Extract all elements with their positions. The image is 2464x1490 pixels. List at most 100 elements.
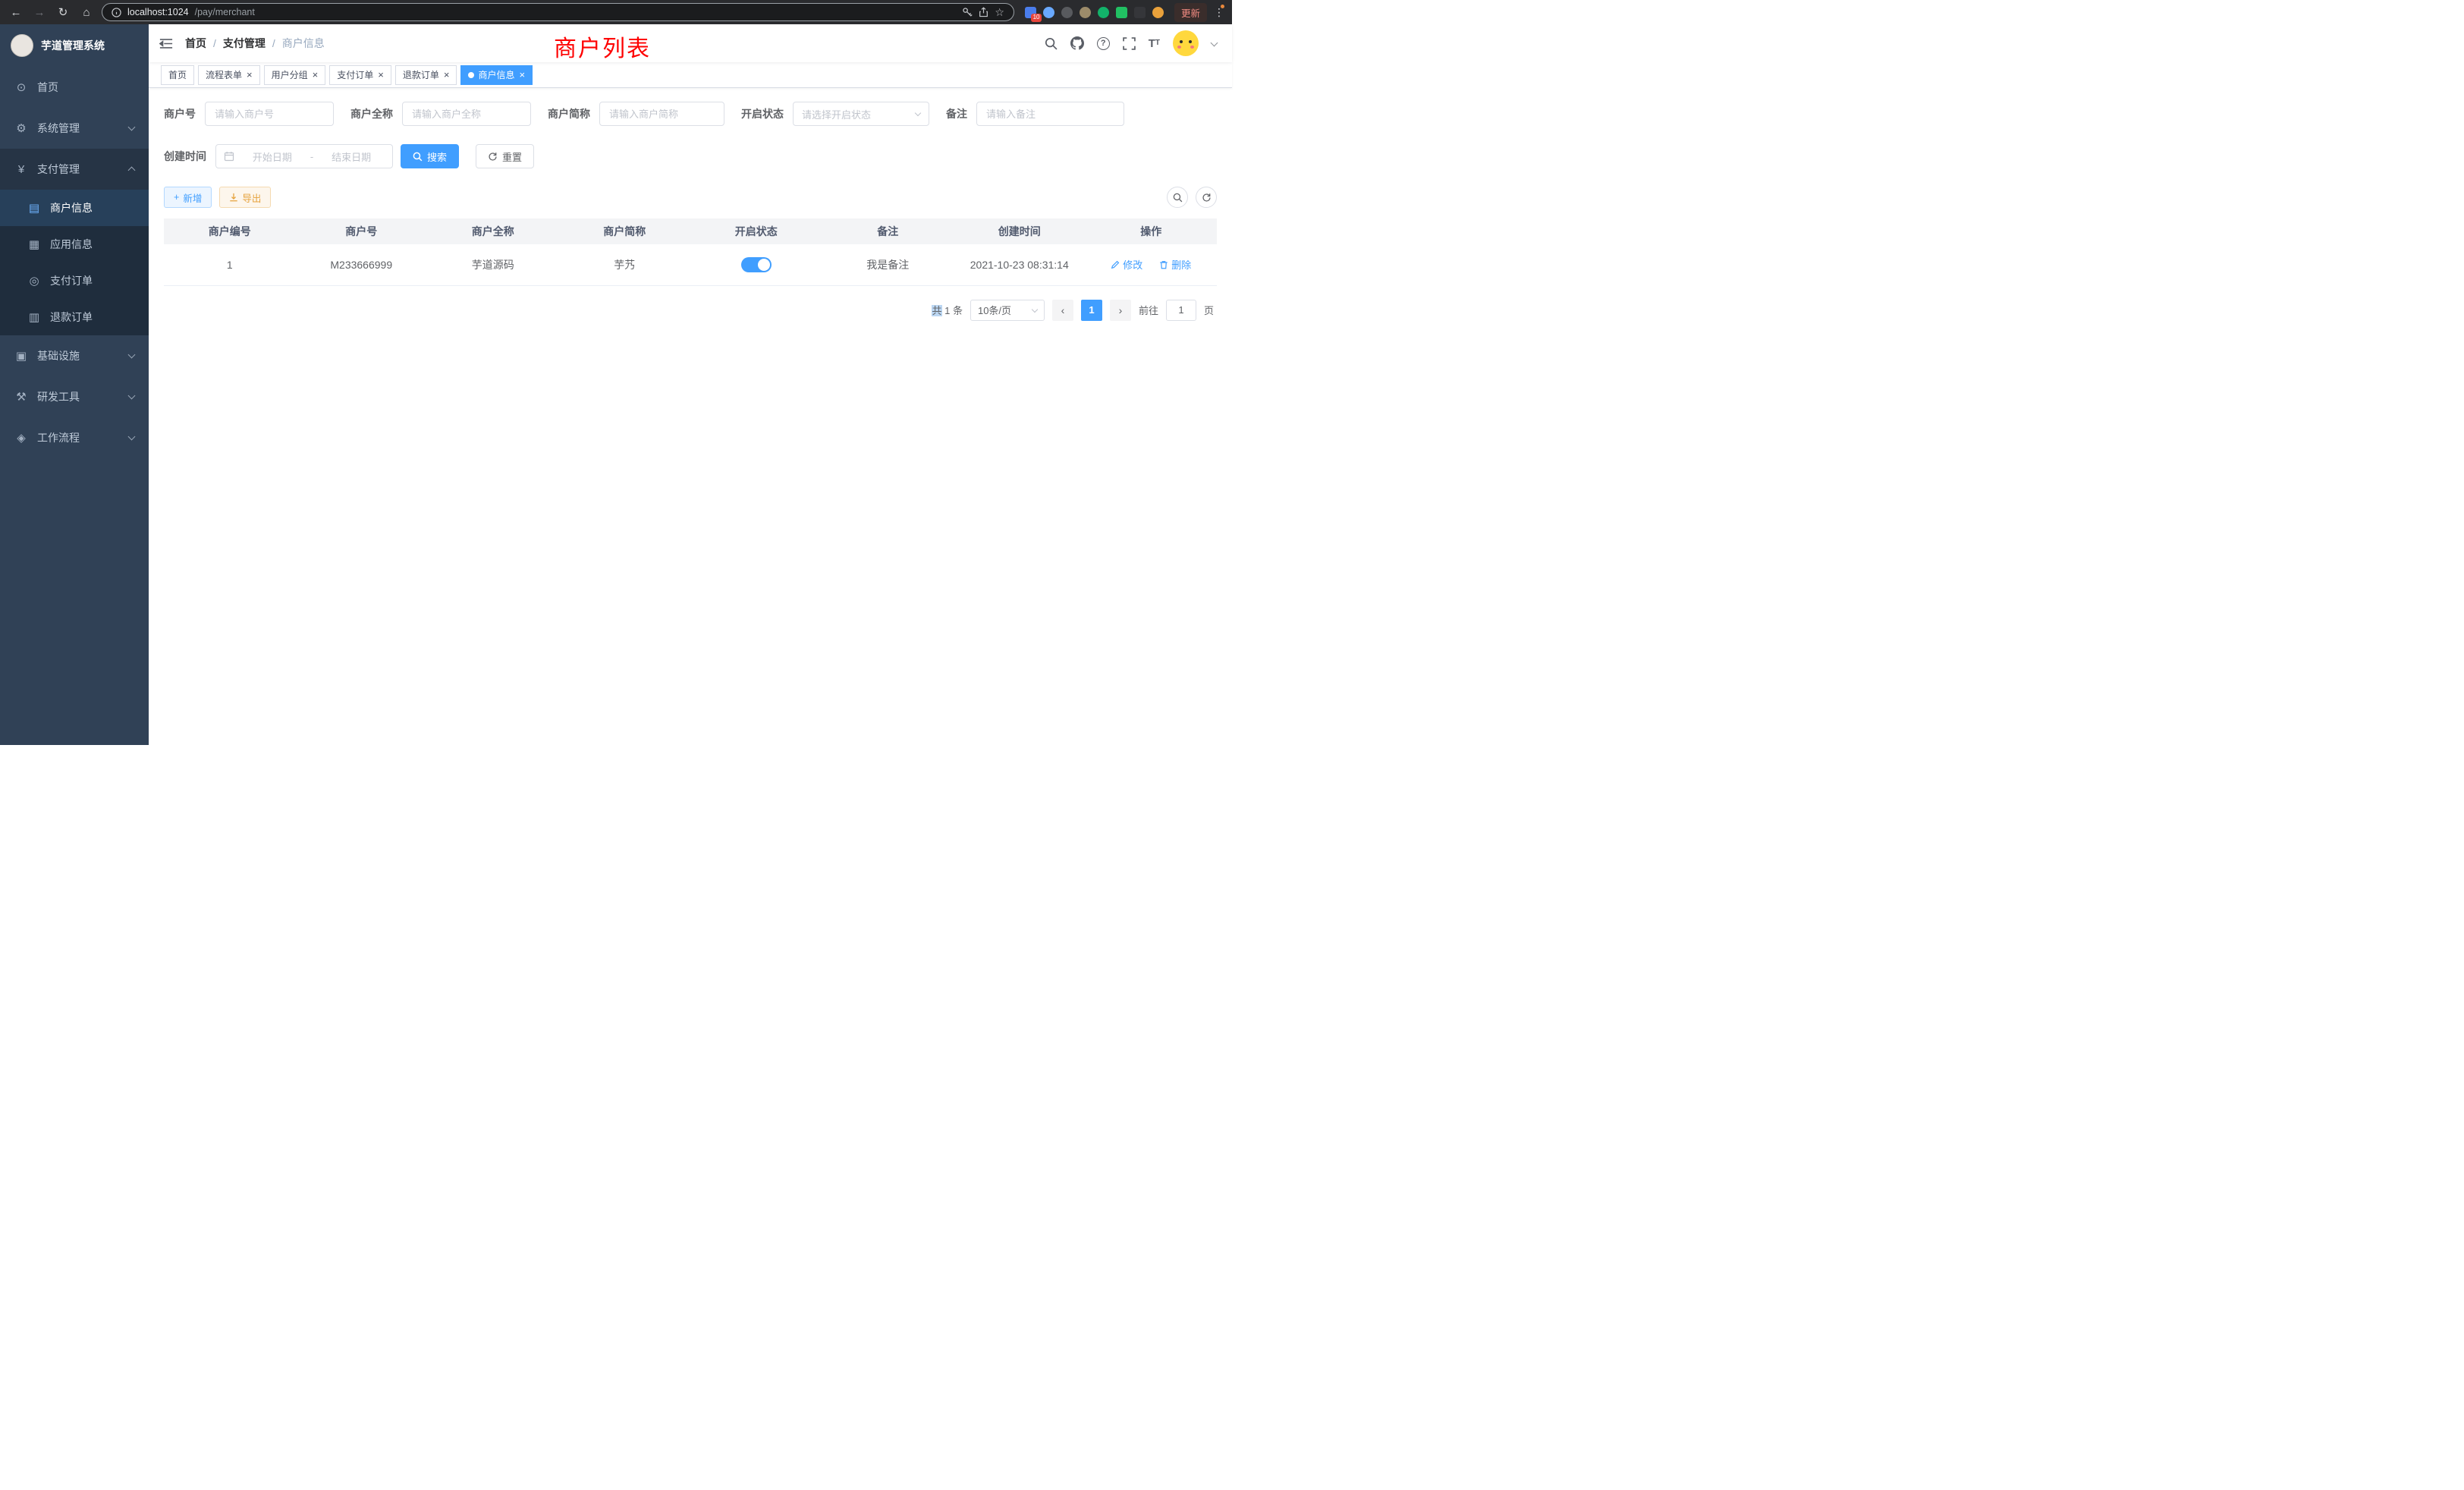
forward-icon[interactable]: → [31, 6, 48, 19]
toggle-search-button[interactable] [1167, 187, 1188, 208]
chevron-down-icon [128, 433, 136, 441]
breadcrumb-payment[interactable]: 支付管理 [223, 36, 266, 51]
sidebar-item-merchant-info[interactable]: ▤ 商户信息 [0, 190, 149, 226]
browser-toolbar: ← → ↻ ⌂ localhost:1024/pay/merchant ☆ 10… [0, 0, 1232, 24]
sidebar: 芋道管理系统 ⊙ 首页 ⚙ 系统管理 ¥ 支付管理 ▤ 商户信息 ▦ 应用信息 … [0, 24, 149, 745]
table-header-row: 商户编号 商户号 商户全称 商户简称 开启状态 备注 创建时间 操作 [164, 218, 1217, 244]
create-time-range-picker[interactable]: 开始日期 - 结束日期 [215, 144, 393, 168]
merchant-short-input[interactable] [599, 102, 724, 126]
chevron-down-icon [128, 351, 136, 359]
extension-icon[interactable] [1116, 7, 1127, 18]
delete-link[interactable]: 删除 [1159, 257, 1191, 272]
search-icon [413, 152, 423, 162]
table-tools [1167, 187, 1217, 208]
plus-icon: + [174, 192, 179, 203]
gear-icon: ⚙ [14, 121, 28, 135]
github-icon[interactable] [1070, 36, 1084, 50]
tab-pay-order[interactable]: 支付订单 × [329, 65, 391, 85]
export-button[interactable]: 导出 [219, 187, 271, 208]
sidebar-item-workflow[interactable]: ◈ 工作流程 [0, 417, 149, 458]
password-key-icon[interactable] [962, 7, 973, 17]
close-icon[interactable]: × [519, 70, 525, 80]
cell-merchant-short: 芋艿 [559, 244, 691, 285]
next-page-button[interactable]: › [1110, 300, 1131, 321]
trash-icon [1159, 260, 1168, 269]
extension-icon[interactable] [1134, 7, 1146, 18]
total-count: 共 1 条 [932, 303, 962, 317]
page-size-select[interactable]: 10条/页 [970, 300, 1045, 321]
tab-label: 流程表单 [206, 68, 242, 81]
reset-button[interactable]: 重置 [476, 144, 534, 168]
tab-refund-order[interactable]: 退款订单 × [395, 65, 457, 85]
url-path: /pay/merchant [195, 7, 255, 17]
extension-icon[interactable] [1098, 7, 1109, 18]
tab-home[interactable]: 首页 [161, 65, 194, 85]
page-1-button[interactable]: 1 [1081, 300, 1102, 321]
sidebar-item-pay-order[interactable]: ◎ 支付订单 [0, 262, 149, 299]
tab-label: 用户分组 [272, 68, 308, 81]
refresh-table-button[interactable] [1196, 187, 1217, 208]
page-unit-label: 页 [1204, 303, 1214, 317]
select-placeholder: 请选择开启状态 [802, 107, 871, 121]
fullscreen-icon[interactable] [1123, 37, 1136, 50]
search-icon[interactable] [1045, 37, 1058, 50]
tab-merchant-info[interactable]: 商户信息 × [460, 65, 533, 85]
page-content: 商户号 商户全称 商户简称 开启状态 请选择开启状态 备注 [149, 88, 1232, 321]
sidebar-item-payment[interactable]: ¥ 支付管理 [0, 149, 149, 190]
browser-update-button[interactable]: 更新 [1174, 3, 1207, 22]
home-icon[interactable]: ⌂ [78, 6, 95, 19]
chevron-up-icon [128, 167, 136, 174]
search-icon [1173, 193, 1183, 203]
remark-input[interactable] [976, 102, 1124, 126]
app-logo[interactable]: 芋道管理系统 [0, 24, 149, 67]
close-icon[interactable]: × [313, 70, 319, 80]
bookmark-star-icon[interactable]: ☆ [995, 6, 1004, 19]
reload-icon[interactable]: ↻ [55, 5, 71, 19]
close-icon[interactable]: × [378, 70, 384, 80]
tab-user-group[interactable]: 用户分组 × [264, 65, 326, 85]
share-icon[interactable] [979, 7, 988, 17]
breadcrumb-separator: / [272, 37, 275, 49]
status-toggle[interactable] [741, 257, 772, 272]
table-row: 1 M233666999 芋道源码 芋艿 我是备注 2021-10-23 08:… [164, 244, 1217, 285]
goto-page-input[interactable] [1166, 300, 1196, 321]
font-size-icon[interactable]: TT [1149, 38, 1160, 49]
sidebar-item-home[interactable]: ⊙ 首页 [0, 67, 149, 108]
sidebar-item-devtools[interactable]: ⚒ 研发工具 [0, 376, 149, 417]
profile-avatar-icon[interactable] [1152, 7, 1164, 18]
extension-icon[interactable] [1061, 7, 1073, 18]
sidebar-item-refund-order[interactable]: ▥ 退款订单 [0, 299, 149, 335]
user-menu-caret-icon[interactable] [1211, 39, 1218, 46]
merchant-no-input[interactable] [205, 102, 334, 126]
chevron-down-icon [1032, 306, 1038, 312]
sidebar-item-system[interactable]: ⚙ 系统管理 [0, 108, 149, 149]
edit-link[interactable]: 修改 [1111, 257, 1142, 272]
sidebar-item-app-info[interactable]: ▦ 应用信息 [0, 226, 149, 262]
url-bar[interactable]: localhost:1024/pay/merchant ☆ [102, 3, 1014, 21]
close-icon[interactable]: × [444, 70, 450, 80]
sidebar-item-infrastructure[interactable]: ▣ 基础设施 [0, 335, 149, 376]
browser-menu-icon[interactable]: ⋮ [1214, 6, 1224, 19]
search-button[interactable]: 搜索 [401, 144, 459, 168]
extension-icon[interactable]: 10 [1025, 7, 1036, 18]
breadcrumb-home[interactable]: 首页 [185, 36, 206, 51]
prev-page-button[interactable]: ‹ [1052, 300, 1073, 321]
sidebar-toggle-icon[interactable] [159, 38, 173, 49]
tab-process-form[interactable]: 流程表单 × [198, 65, 260, 85]
tab-label: 商户信息 [478, 68, 514, 81]
monitor-icon: ▣ [14, 349, 28, 363]
col-create-time: 创建时间 [954, 218, 1086, 244]
merchant-name-input[interactable] [402, 102, 531, 126]
user-avatar[interactable] [1173, 30, 1199, 56]
filter-create-time: 创建时间 开始日期 - 结束日期 [164, 144, 393, 168]
status-select[interactable]: 请选择开启状态 [793, 102, 929, 126]
extension-icon[interactable] [1080, 7, 1091, 18]
help-icon[interactable]: ? [1097, 37, 1110, 50]
site-info-icon[interactable] [112, 8, 121, 17]
back-icon[interactable]: ← [8, 6, 24, 19]
cell-actions: 修改 删除 [1086, 244, 1218, 285]
extension-icon[interactable] [1043, 7, 1054, 18]
add-button[interactable]: + 新增 [164, 187, 212, 208]
close-icon[interactable]: × [247, 70, 253, 80]
filter-label: 开启状态 [741, 106, 793, 121]
